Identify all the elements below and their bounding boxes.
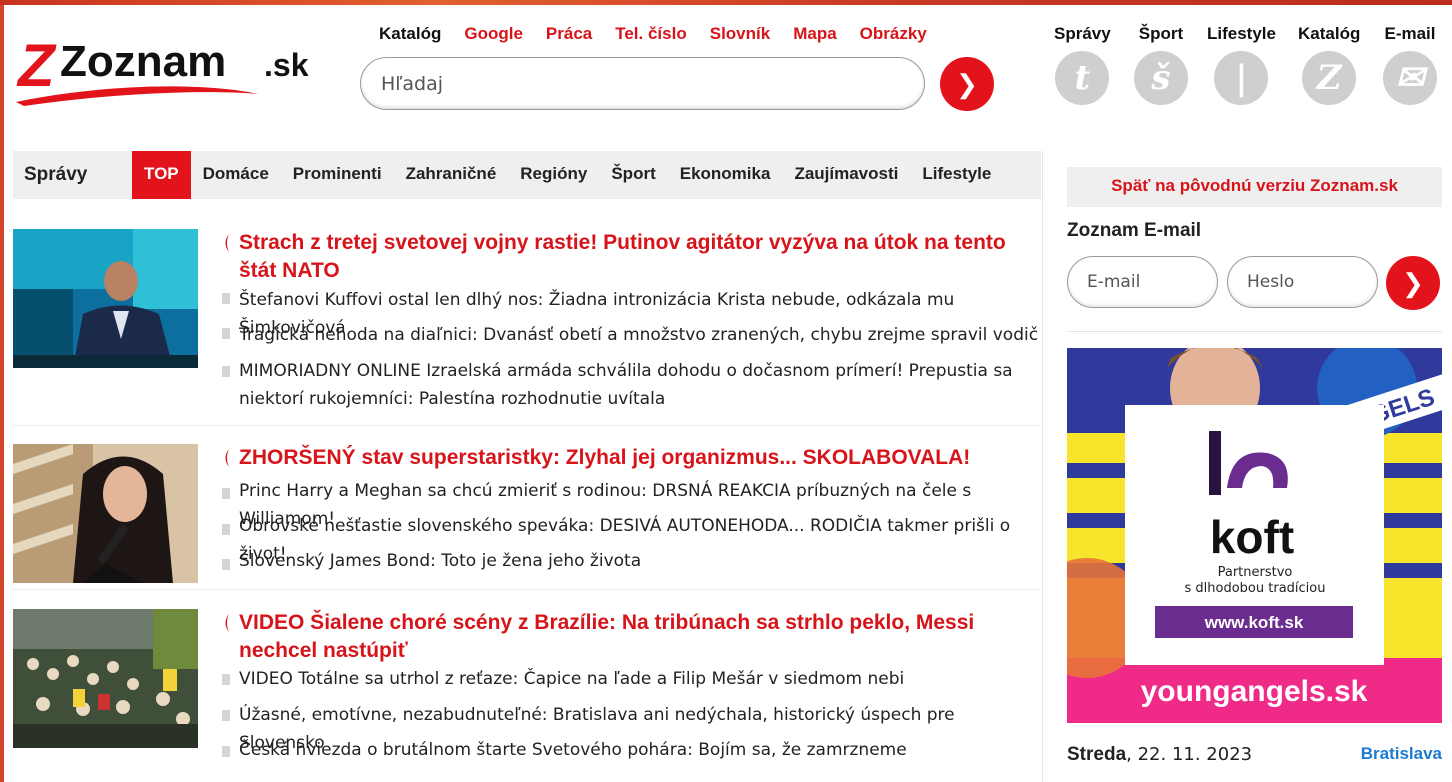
ad-brand: koft — [1210, 511, 1294, 563]
ad-url: www.koft.sk — [1204, 613, 1304, 632]
ad-tagline-1: Partnerstvo — [1218, 565, 1293, 580]
logo-suffix-text: .sk — [264, 47, 309, 83]
logo-main-text: Zoznam — [60, 37, 226, 86]
lifestyle-icon: | — [1214, 51, 1269, 105]
story-2: ZHORŠENÝ stav superstaristky: Zlyhal jej… — [13, 444, 1041, 594]
service-link-3[interactable]: Katalóg Z — [1298, 24, 1360, 105]
spravy-icon: t — [1055, 51, 1110, 105]
category-tab-5[interactable]: Šport — [599, 151, 667, 199]
top-link-4[interactable]: Slovník — [710, 24, 770, 44]
service-label: Lifestyle — [1207, 24, 1276, 43]
bullet-icon — [222, 366, 230, 377]
back-to-old-version-link[interactable]: Späť na pôvodnú verziu Zoznam.sk — [1067, 167, 1442, 207]
service-links: Správy t Šport š Lifestyle | Katalóg Z E-mail ✉ — [1054, 24, 1452, 124]
category-tab-1[interactable]: Domáce — [191, 151, 281, 199]
story-2-headline[interactable]: ZHORŠENÝ stav superstaristky: Zlyhal jej… — [239, 444, 1039, 472]
bullet-icon — [222, 524, 230, 535]
story-3: VIDEO Šialene choré scény z Brazílie: Na… — [13, 609, 1041, 779]
studio-photo — [13, 229, 198, 368]
date-value: 22. 11. 2023 — [1137, 744, 1253, 765]
chevron-right-icon: ❯ — [1402, 267, 1424, 298]
advertisement-banner[interactable]: ANGELS koft Partnerstvo s dlhodobou trad… — [1067, 348, 1442, 723]
headline-marker-icon — [225, 234, 229, 252]
bullet-icon — [222, 293, 230, 304]
zoznam-logo[interactable]: Z Zoznam .sk — [12, 24, 322, 108]
logo-z: Z — [16, 32, 57, 99]
bullet-icon — [222, 674, 230, 685]
category-nav-title: Správy — [24, 164, 88, 185]
bullet-icon — [222, 328, 230, 339]
story-1-sub-2[interactable]: Tragická nehoda na diaľnici: Dvanásť obe… — [239, 321, 1039, 349]
top-link-2[interactable]: Práca — [546, 24, 592, 44]
top-link-5[interactable]: Mapa — [793, 24, 836, 44]
column-divider — [1042, 151, 1043, 782]
singer-photo — [13, 444, 198, 583]
story-1-sub-3[interactable]: MIMORIADNY ONLINE Izraelská armáda schvá… — [239, 357, 1039, 413]
story-3-sub-3[interactable]: Česká hviezda o brutálnom štarte Svetové… — [239, 736, 1039, 764]
story-3-headline[interactable]: VIDEO Šialene choré scény z Brazílie: Na… — [239, 609, 1039, 665]
ad-tagline-2: s dlhodobou tradíciou — [1185, 581, 1326, 596]
bullet-icon — [222, 710, 230, 721]
category-nav-items: TOP Domáce Prominenti Zahraničné Regióny Špor… — [132, 151, 1003, 199]
city-link[interactable]: Bratislava — [1361, 744, 1442, 764]
headline-marker-icon — [225, 614, 229, 632]
service-link-4[interactable]: E-mail ✉ — [1383, 24, 1437, 105]
category-tab-7[interactable]: Zaujímavosti — [782, 151, 910, 199]
category-tab-0[interactable]: TOP — [132, 151, 191, 199]
service-link-0[interactable]: Správy t — [1054, 24, 1111, 105]
top-link-1[interactable]: Google — [464, 24, 523, 44]
category-tab-3[interactable]: Zahraničné — [394, 151, 509, 199]
story-1-thumbnail[interactable] — [13, 229, 198, 368]
katalog-icon: Z — [1302, 51, 1357, 105]
story-separator — [13, 425, 1041, 426]
category-tab-6[interactable]: Ekonomika — [668, 151, 783, 199]
category-nav: Správy TOP Domáce Prominenti Zahraničné Regi… — [13, 151, 1041, 199]
service-label: Správy — [1054, 24, 1111, 43]
service-link-1[interactable]: Šport š — [1134, 24, 1188, 105]
bullet-icon — [222, 746, 230, 757]
top-link-6[interactable]: Obrázky — [860, 24, 927, 44]
date-display: Streda, 22. 11. 2023 — [1067, 744, 1253, 765]
stadium-photo — [13, 609, 198, 748]
chevron-right-icon: ❯ — [956, 68, 978, 99]
mail-login-title: Zoznam E-mail — [1067, 220, 1202, 241]
story-1-headline[interactable]: Strach z tretej svetovej vojny rastie! P… — [239, 229, 1039, 285]
search-button[interactable]: ❯ — [940, 57, 994, 111]
mail-icon: ✉ — [1383, 51, 1437, 105]
story-1: Strach z tretej svetovej vojny rastie! P… — [13, 229, 1041, 426]
top-accent-stripe — [0, 0, 1452, 5]
bullet-icon — [222, 488, 230, 499]
sport-icon: š — [1134, 51, 1188, 105]
service-label: Katalóg — [1298, 24, 1361, 43]
top-links: Katalóg Google Práca Tel. číslo Slovník Mapa O… — [379, 24, 950, 44]
story-2-sub-3[interactable]: Slovenský James Bond: Toto je žena jeho … — [239, 547, 1039, 575]
story-3-thumbnail[interactable] — [13, 609, 198, 748]
left-edge-stripe — [0, 5, 4, 782]
headline-marker-icon — [225, 449, 229, 467]
ad-graphic: ANGELS koft Partnerstvo s dlhodobou trad… — [1067, 348, 1442, 723]
email-field[interactable] — [1067, 256, 1218, 308]
logo-graphic: Z Zoznam .sk — [16, 32, 309, 106]
service-label: Šport — [1138, 24, 1184, 43]
password-field[interactable] — [1227, 256, 1378, 308]
story-3-sub-1[interactable]: VIDEO Totálne sa utrhol z reťaze: Čapice… — [239, 665, 1039, 693]
category-tab-4[interactable]: Regióny — [508, 151, 599, 199]
top-link-3[interactable]: Tel. číslo — [615, 24, 687, 44]
search-input[interactable] — [360, 57, 925, 110]
story-2-thumbnail[interactable] — [13, 444, 198, 583]
category-tab-2[interactable]: Prominenti — [281, 151, 394, 199]
sidebar-divider — [1067, 331, 1442, 332]
top-link-0[interactable]: Katalóg — [379, 24, 441, 44]
story-separator — [13, 589, 1041, 590]
category-tab-8[interactable]: Lifestyle — [910, 151, 1003, 199]
bullet-icon — [222, 559, 230, 570]
service-label: E-mail — [1384, 24, 1436, 43]
weekday: Streda — [1067, 744, 1127, 765]
service-link-2[interactable]: Lifestyle | — [1207, 24, 1276, 105]
mail-login-button[interactable]: ❯ — [1386, 256, 1440, 310]
ad-footer-text: youngangels.sk — [1141, 675, 1368, 708]
